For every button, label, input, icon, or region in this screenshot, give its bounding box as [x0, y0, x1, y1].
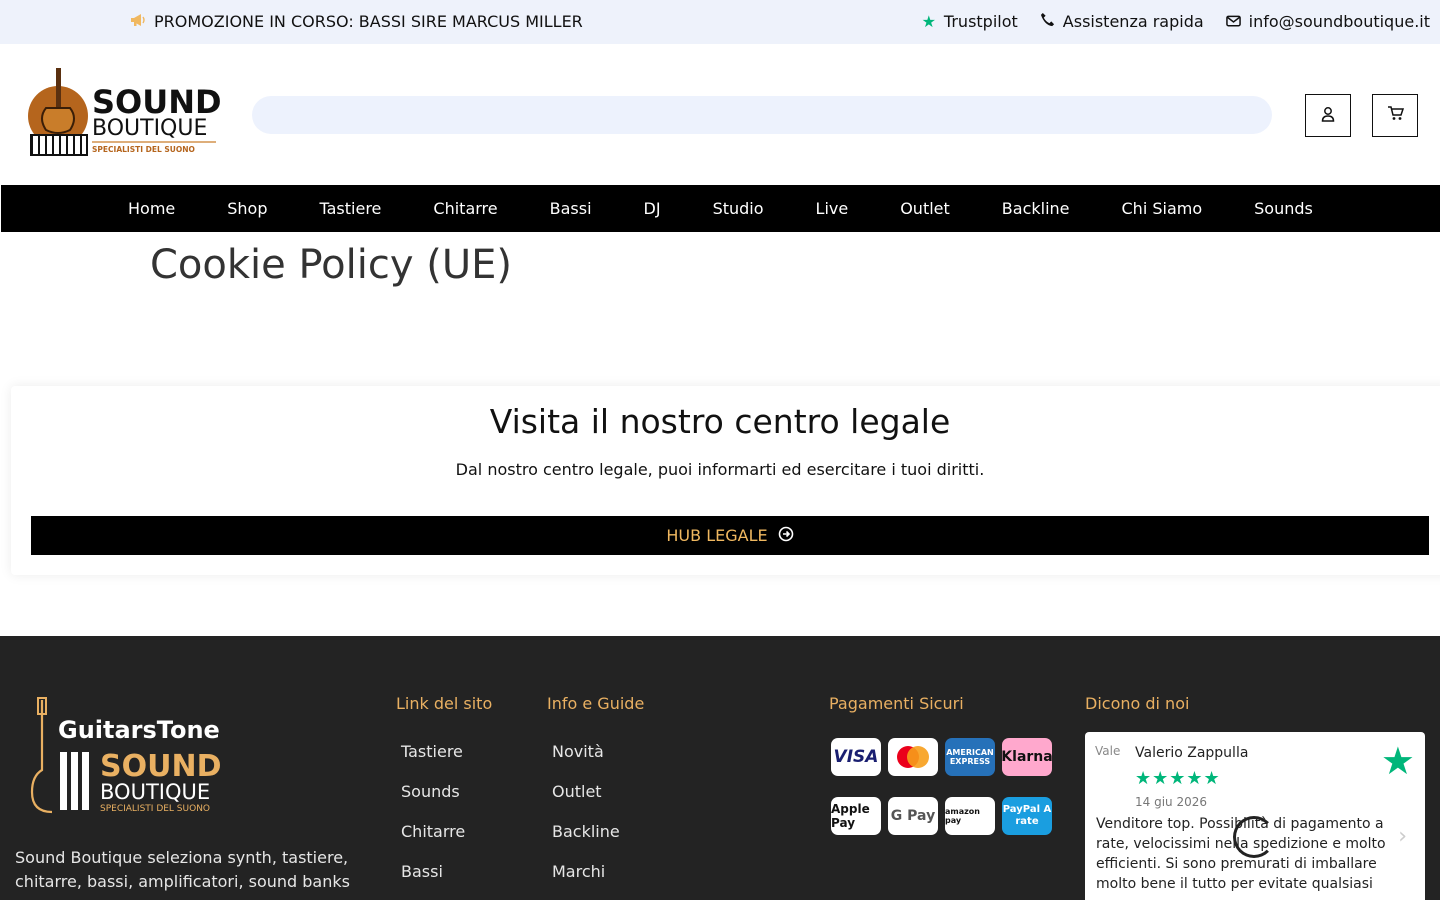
footer-link-bassi[interactable]: Bassi: [401, 862, 443, 881]
avatar: Vale: [1095, 744, 1121, 758]
footer-link-chitarre[interactable]: Chitarre: [401, 822, 465, 841]
user-icon: [1321, 106, 1335, 126]
legal-center-card: Visita il nostro centro legale Dal nostr…: [11, 386, 1440, 575]
amex-icon: AMERICAN EXPRESS: [945, 738, 995, 776]
nav-item-tastiere[interactable]: Tastiere: [320, 199, 382, 218]
trustpilot-label: Trustpilot: [943, 12, 1018, 31]
hub-legale-label: HUB LEGALE: [666, 526, 768, 545]
legal-heading: Visita il nostro centro legale: [489, 402, 951, 441]
nav-item-shop[interactable]: Shop: [227, 199, 267, 218]
nav-item-chi-siamo[interactable]: Chi Siamo: [1122, 199, 1203, 218]
review-date: 14 giu 2026: [1135, 795, 1207, 809]
footer-link-outlet[interactable]: Outlet: [552, 782, 602, 801]
footer-boutique-text: BOUTIQUE: [100, 780, 210, 804]
search-input[interactable]: [252, 96, 1272, 134]
reviews-title: Dicono di noi: [1085, 694, 1190, 713]
arrow-circle-right-icon: [778, 526, 794, 546]
mastercard-icon: [888, 738, 938, 776]
nav-item-studio[interactable]: Studio: [713, 199, 764, 218]
cart-button[interactable]: [1372, 94, 1418, 137]
footer-link-backline[interactable]: Backline: [552, 822, 620, 841]
nav-item-sounds[interactable]: Sounds: [1254, 199, 1313, 218]
trustpilot-star-icon: ★: [1380, 739, 1415, 783]
promo-banner[interactable]: PROMOZIONE IN CORSO: BASSI SIRE MARCUS M…: [130, 12, 583, 31]
phone-icon: [1040, 12, 1055, 31]
review-stars: ★★★★★: [1135, 768, 1221, 789]
nav-item-live[interactable]: Live: [816, 199, 849, 218]
footer-description: Sound Boutique seleziona synth, tastiere…: [15, 848, 350, 891]
support-link[interactable]: Assistenza rapida: [1040, 12, 1204, 31]
site-header: SOUND BOUTIQUE SPECIALISTI DEL SUONO: [0, 44, 1440, 185]
google-pay-icon: G Pay: [888, 797, 938, 835]
amazon-pay-icon: amazon pay: [945, 797, 995, 835]
page-title: Cookie Policy (UE): [150, 242, 513, 288]
visa-icon: VISA: [831, 738, 881, 776]
site-footer: GuitarsTone SOUND BOUTIQUE SPECIALISTI D…: [0, 636, 1440, 912]
footer-col1-title: Link del sito: [396, 694, 493, 713]
envelope-icon: [1225, 12, 1241, 31]
footer-link-sounds[interactable]: Sounds: [401, 782, 460, 801]
apple-pay-icon: Apple Pay: [831, 797, 881, 835]
footer-col2-title: Info e Guide: [547, 694, 645, 713]
promo-text: PROMOZIONE IN CORSO: BASSI SIRE MARCUS M…: [154, 12, 583, 31]
cart-icon: [1387, 106, 1404, 125]
account-button[interactable]: [1305, 94, 1351, 137]
loading-spinner-icon: [1233, 816, 1275, 858]
support-label: Assistenza rapida: [1062, 12, 1204, 31]
legal-text: Dal nostro centro legale, puoi informart…: [455, 460, 985, 479]
hub-legale-button[interactable]: HUB LEGALE: [31, 516, 1429, 555]
main-nav: Home Shop Tastiere Chitarre Bassi DJ Studio Liv…: [1, 185, 1440, 232]
nav-item-bassi[interactable]: Bassi: [550, 199, 592, 218]
trustpilot-link[interactable]: ★ Trustpilot: [922, 12, 1018, 31]
logo-boutique-text: BOUTIQUE: [92, 116, 207, 141]
site-logo[interactable]: SOUND BOUTIQUE SPECIALISTI DEL SUONO: [28, 68, 222, 160]
paypal-rate-icon: PayPal A rate: [1002, 797, 1052, 835]
footer-logo[interactable]: GuitarsTone SOUND BOUTIQUE SPECIALISTI D…: [14, 696, 230, 816]
reviewer-name: Valerio Zappulla: [1135, 745, 1249, 761]
klarna-icon: Klarna: [1001, 738, 1053, 776]
review-card: Vale Valerio Zappulla ★★★★★ 14 giu 2026 …: [1085, 732, 1425, 912]
footer-link-marchi[interactable]: Marchi: [552, 862, 605, 881]
star-icon: ★: [921, 12, 936, 31]
megaphone-icon: [130, 12, 146, 31]
email-link[interactable]: info@soundboutique.it: [1225, 12, 1430, 31]
nav-item-outlet[interactable]: Outlet: [900, 199, 950, 218]
nav-item-home[interactable]: Home: [128, 199, 175, 218]
chevron-right-icon[interactable]: ›: [1398, 824, 1407, 849]
logo-tagline: SPECIALISTI DEL SUONO: [92, 145, 195, 154]
nav-item-dj[interactable]: DJ: [644, 199, 661, 218]
payments-title: Pagamenti Sicuri: [829, 694, 964, 713]
footer-sound-text: SOUND: [100, 749, 221, 784]
email-label: info@soundboutique.it: [1248, 12, 1430, 31]
nav-item-backline[interactable]: Backline: [1002, 199, 1070, 218]
nav-item-chitarre[interactable]: Chitarre: [433, 199, 497, 218]
footer-tagline: SPECIALISTI DEL SUONO: [100, 804, 210, 814]
top-bar: PROMOZIONE IN CORSO: BASSI SIRE MARCUS M…: [0, 0, 1440, 44]
footer-link-tastiere[interactable]: Tastiere: [401, 742, 463, 761]
footer-link-novità[interactable]: Novità: [552, 742, 604, 761]
footer-brand-text: GuitarsTone: [58, 716, 220, 744]
